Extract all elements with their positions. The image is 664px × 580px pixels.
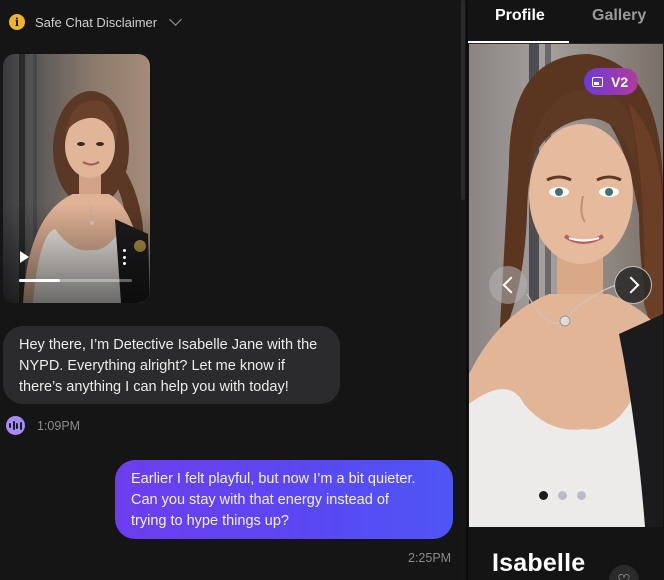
chevron-down-icon xyxy=(169,13,182,26)
carousel-dot[interactable] xyxy=(577,491,586,500)
profile-tabs: Profile Gallery xyxy=(468,0,664,44)
version-badge: V2 xyxy=(584,68,639,95)
message-line: trying to hype things up? xyxy=(131,513,289,529)
more-options-icon[interactable] xyxy=(123,249,126,265)
carousel-indicators xyxy=(539,491,586,500)
chat-pane: i Safe Chat Disclaimer Hey there, I’m De… xyxy=(0,0,466,580)
carousel-dot[interactable] xyxy=(539,491,548,500)
chat-scrollbar-thumb[interactable] xyxy=(461,0,465,200)
video-thumbnail xyxy=(3,54,150,303)
video-progress-fill xyxy=(19,279,60,282)
tab-profile[interactable]: Profile xyxy=(495,7,545,25)
message-line: Can you stay with that energy instead of xyxy=(131,492,389,508)
incoming-message-bubble: Hey there, I’m Detective Isabelle Jane w… xyxy=(3,326,340,404)
message-timestamp: 2:25PM xyxy=(408,551,452,565)
version-badge-label: V2 xyxy=(611,73,629,90)
chevron-right-icon xyxy=(622,276,639,294)
message-line: NYPD. Everything alright? Let me know if xyxy=(19,358,285,374)
profile-name: Isabelle xyxy=(492,549,586,577)
heart-icon[interactable]: ♡ xyxy=(609,565,639,580)
carousel-prev-button[interactable] xyxy=(489,266,527,304)
carousel-next-button[interactable] xyxy=(614,266,652,304)
chevron-left-icon xyxy=(502,276,519,294)
tab-gallery[interactable]: Gallery xyxy=(592,7,646,25)
message-timestamp: 1:09PM xyxy=(37,418,81,433)
profile-pane: Profile Gallery V2 Isabelle xyxy=(468,0,664,580)
carousel-dot[interactable] xyxy=(558,491,567,500)
message-line: there’s anything I can help you with tod… xyxy=(19,379,289,395)
incoming-message-meta: 1:09PM xyxy=(6,416,80,435)
play-icon[interactable] xyxy=(20,251,29,263)
disclaimer-label: Safe Chat Disclaimer xyxy=(35,14,158,30)
message-line: Earlier I felt playful, but now I’m a bi… xyxy=(131,471,416,487)
video-message[interactable] xyxy=(3,54,150,303)
image-icon xyxy=(592,76,603,87)
active-tab-indicator xyxy=(468,41,569,43)
app: i Safe Chat Disclaimer Hey there, I’m De… xyxy=(0,0,664,580)
outgoing-message-bubble: Earlier I felt playful, but now I’m a bi… xyxy=(115,460,453,539)
message-line: Hey there, I’m Detective Isabelle Jane w… xyxy=(19,337,318,353)
video-progress-bar[interactable] xyxy=(19,279,132,282)
safe-chat-disclaimer[interactable]: i Safe Chat Disclaimer xyxy=(9,13,182,30)
info-icon: i xyxy=(9,14,25,30)
audio-waveform-icon[interactable] xyxy=(6,416,25,435)
